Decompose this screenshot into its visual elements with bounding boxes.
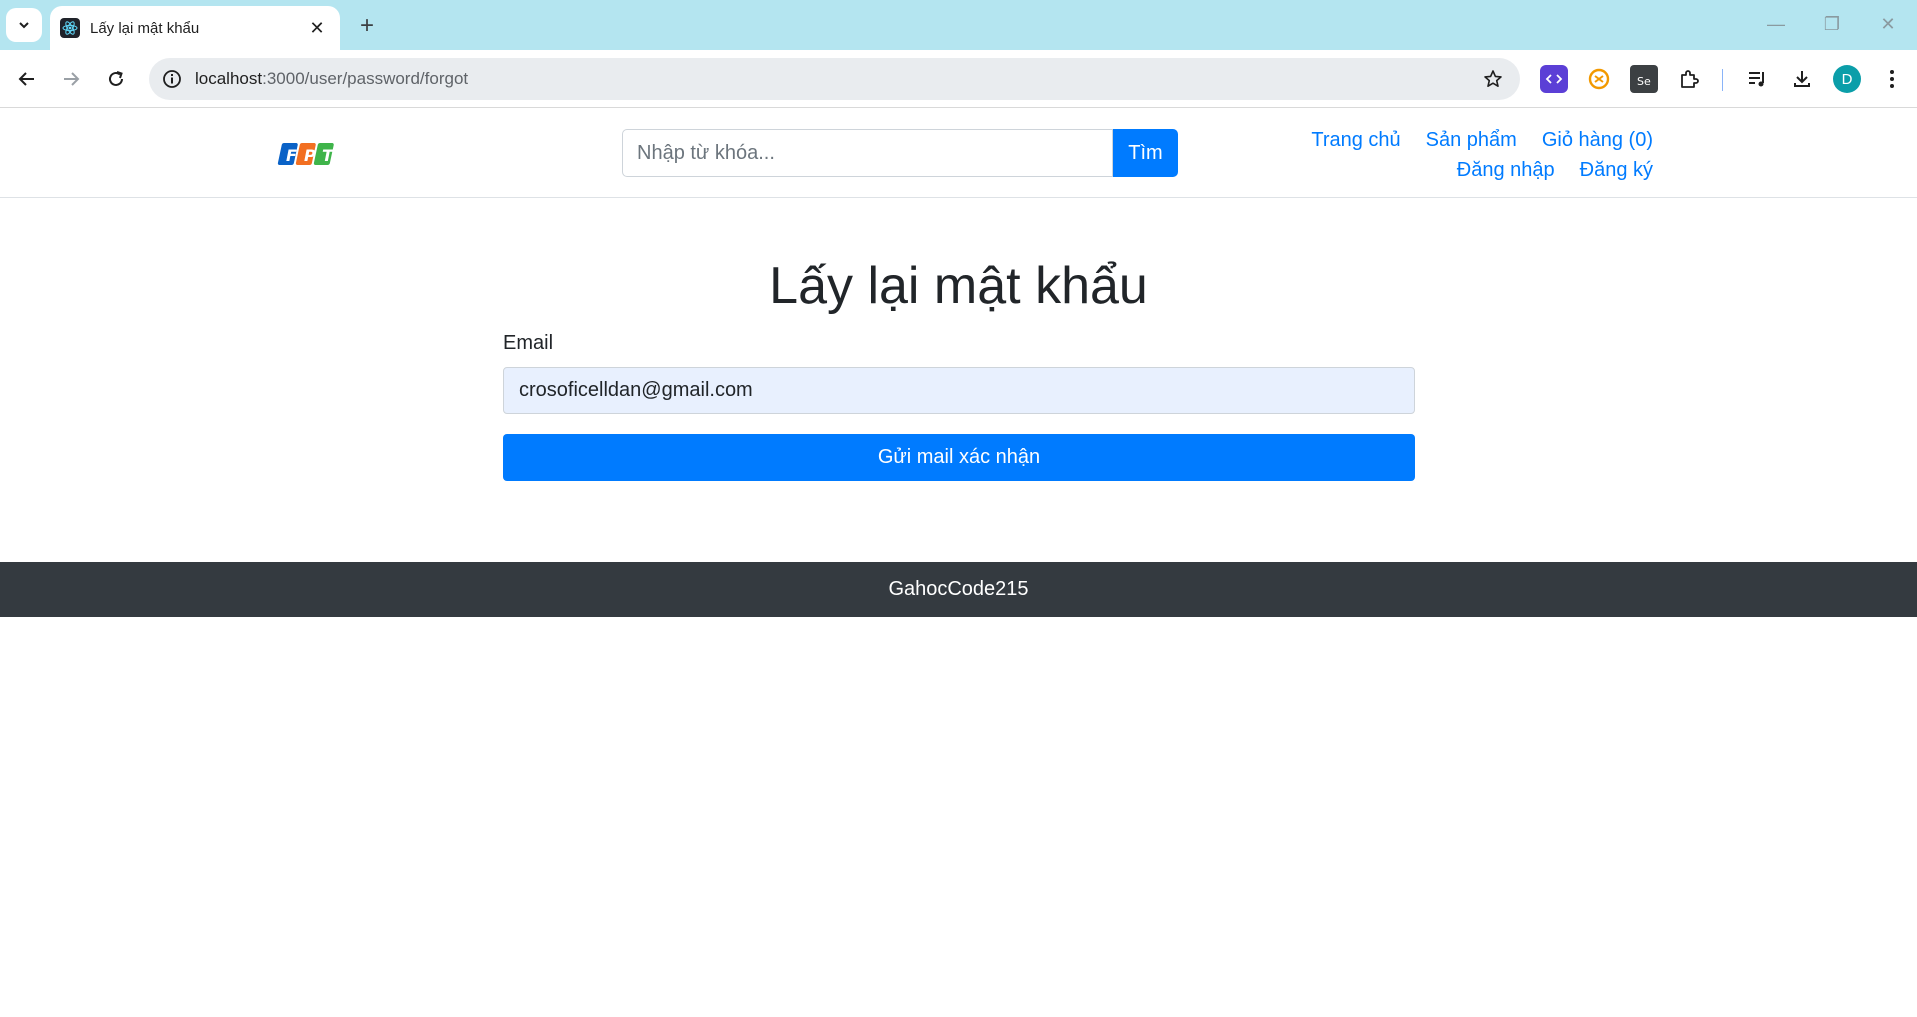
nav-link-cart[interactable]: Giỏ hàng (0) bbox=[1542, 125, 1653, 155]
url-path: :3000/user/password/forgot bbox=[262, 69, 469, 88]
chevron-down-icon bbox=[19, 22, 29, 29]
selenium-extension-icon[interactable]: Se bbox=[1630, 65, 1658, 93]
toolbar-separator bbox=[1722, 69, 1723, 91]
media-control-icon[interactable] bbox=[1743, 65, 1771, 93]
site-footer: GahocCode215 bbox=[0, 562, 1917, 617]
site-info-icon[interactable] bbox=[159, 66, 185, 92]
email-label: Email bbox=[503, 332, 554, 354]
site-header: F P T Tìm Trang chủ Sản phẩm Giỏ hàng (0… bbox=[0, 109, 1917, 198]
fpt-logo[interactable]: F P T bbox=[277, 139, 335, 169]
speed-extension-icon[interactable] bbox=[1585, 65, 1613, 93]
logo-letter-t: T bbox=[322, 146, 334, 165]
url-text: localhost:3000/user/password/forgot bbox=[195, 69, 468, 89]
tab-title: Lấy lại mật khẩu bbox=[90, 19, 200, 37]
browser-tab-active[interactable]: Lấy lại mật khẩu ✕ bbox=[50, 6, 340, 50]
send-confirmation-button[interactable]: Gửi mail xác nhận bbox=[503, 434, 1415, 481]
new-tab-icon[interactable]: + bbox=[352, 11, 382, 41]
search-input[interactable] bbox=[622, 129, 1113, 177]
forward-icon[interactable] bbox=[54, 62, 88, 96]
logo-letter-f: F bbox=[286, 146, 297, 165]
svg-text:Se: Se bbox=[1637, 75, 1651, 88]
devtools-extension-icon[interactable] bbox=[1540, 65, 1568, 93]
profile-avatar[interactable]: D bbox=[1833, 65, 1861, 93]
page-title: Lấy lại mật khẩu bbox=[769, 257, 1148, 315]
window-restore-icon[interactable]: ❐ bbox=[1814, 8, 1850, 40]
header-nav: Trang chủ Sản phẩm Giỏ hàng (0) Đăng nhậ… bbox=[1311, 125, 1653, 185]
browser-tabstrip: Lấy lại mật khẩu ✕ + — ❐ ✕ bbox=[0, 0, 1917, 50]
nav-link-home[interactable]: Trang chủ bbox=[1311, 125, 1400, 155]
browser-toolbar: localhost:3000/user/password/forgot Se D bbox=[0, 50, 1917, 108]
reload-icon[interactable] bbox=[99, 62, 133, 96]
window-minimize-icon[interactable]: — bbox=[1758, 8, 1794, 40]
extensions-puzzle-icon[interactable] bbox=[1675, 65, 1703, 93]
download-icon[interactable] bbox=[1788, 65, 1816, 93]
nav-link-register[interactable]: Đăng ký bbox=[1580, 155, 1653, 185]
nav-row-primary: Trang chủ Sản phẩm Giỏ hàng (0) bbox=[1311, 125, 1653, 155]
bookmark-star-icon[interactable] bbox=[1480, 66, 1506, 92]
tab-close-icon[interactable]: ✕ bbox=[306, 17, 328, 39]
logo-letter-p: P bbox=[304, 146, 316, 165]
window-close-icon[interactable]: ✕ bbox=[1870, 8, 1906, 40]
nav-row-account: Đăng nhập Đăng ký bbox=[1311, 155, 1653, 185]
tab-search-button[interactable] bbox=[6, 8, 42, 42]
react-favicon-icon bbox=[60, 18, 80, 38]
url-host: localhost bbox=[195, 69, 263, 88]
back-icon[interactable] bbox=[10, 62, 44, 96]
search-button[interactable]: Tìm bbox=[1113, 129, 1178, 177]
nav-link-login[interactable]: Đăng nhập bbox=[1457, 155, 1555, 185]
browser-menu-icon[interactable] bbox=[1878, 65, 1906, 93]
nav-link-products[interactable]: Sản phẩm bbox=[1426, 125, 1517, 155]
email-field[interactable] bbox=[503, 367, 1415, 414]
address-bar[interactable]: localhost:3000/user/password/forgot bbox=[149, 58, 1520, 100]
forgot-password-form: Email Gửi mail xác nhận bbox=[503, 332, 1415, 481]
